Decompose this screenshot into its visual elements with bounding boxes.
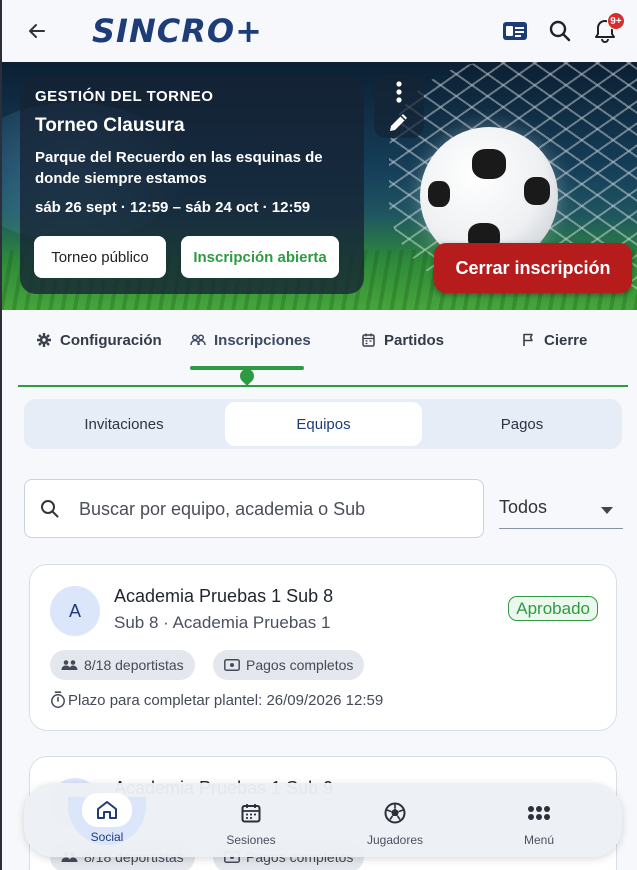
app-bar: SINCRO+ 9+ — [2, 0, 637, 62]
tournament-hero: GESTIÓN DEL TORNEO Torneo Clausura Parqu… — [2, 62, 637, 310]
bottom-navigation: Social Sesiones Jugadores Menú — [24, 783, 622, 857]
team-subtitle: Sub 8 · Academia Pruebas 1 — [114, 613, 331, 632]
registration-open-chip[interactable]: Inscripción abierta — [181, 236, 339, 278]
tournament-info-card: GESTIÓN DEL TORNEO Torneo Clausura Parqu… — [20, 76, 364, 294]
calendar-icon — [231, 798, 271, 828]
tournament-dates: sáb 26 sept · 12:59 – sáb 24 oct · 12:59 — [35, 199, 311, 216]
team-search-box — [24, 479, 484, 538]
arrow-left-icon — [29, 24, 45, 38]
team-name: Academia Pruebas 1 Sub 8 — [114, 586, 334, 606]
flag-icon — [520, 332, 536, 348]
segment-pagos[interactable]: Pagos — [422, 399, 622, 449]
status-badge: Aprobado — [508, 596, 598, 621]
tab-partidos[interactable]: Partidos — [360, 328, 444, 352]
calendar-icon — [360, 332, 376, 348]
nav-label: Social — [90, 830, 124, 844]
notifications-button[interactable]: 9+ — [590, 12, 625, 46]
hero-kicker: GESTIÓN DEL TORNEO — [35, 88, 214, 105]
edit-button[interactable] — [385, 108, 413, 136]
tab-label: Cierre — [544, 331, 588, 349]
hero-actions — [374, 74, 424, 138]
tournament-title: Torneo Clausura — [35, 115, 185, 136]
roster-deadline: Plazo para completar plantel: 26/09/2026… — [50, 691, 383, 709]
nav-menu[interactable]: Menú — [489, 783, 589, 857]
tournament-tabs: Configuración Inscripciones Partidos Cie… — [18, 318, 628, 388]
tab-label: Configuración — [60, 331, 162, 349]
id-card-button[interactable] — [500, 16, 530, 46]
tab-configuracion[interactable]: Configuración — [36, 328, 162, 352]
notifications-badge: 9+ — [607, 12, 625, 30]
home-icon — [82, 793, 132, 827]
search-input[interactable] — [79, 490, 469, 528]
nav-jugadores[interactable]: Jugadores — [345, 783, 445, 857]
roster-deadline-text: Plazo para completar plantel: 26/09/2026… — [68, 691, 384, 709]
back-button[interactable] — [24, 18, 50, 44]
gear-icon — [36, 332, 52, 348]
people-icon — [190, 332, 206, 348]
more-options-button[interactable] — [387, 80, 411, 104]
search-icon — [549, 20, 571, 42]
app-root: { "header": { "brand": "SINCRO+", "notif… — [0, 0, 637, 870]
pencil-icon — [390, 114, 407, 131]
more-vertical-icon — [396, 81, 402, 103]
status-filter-select[interactable]: Todos — [499, 489, 623, 529]
search-button[interactable] — [545, 16, 575, 46]
grid-dots-icon — [519, 798, 559, 828]
tabs-divider — [18, 385, 628, 387]
close-registration-button[interactable]: Cerrar inscripción — [434, 243, 632, 293]
segment-invitaciones[interactable]: Invitaciones — [24, 399, 224, 449]
tab-label: Inscripciones — [214, 331, 311, 349]
brand-logo: SINCRO+ — [92, 12, 263, 50]
nav-label: Menú — [523, 833, 555, 847]
team-card[interactable]: A Academia Pruebas 1 Sub 8 Sub 8 · Acade… — [29, 564, 617, 731]
nav-label: Sesiones — [226, 833, 276, 847]
players-count: 8/18 deportistas — [84, 657, 184, 673]
payments-status: Pagos completos — [246, 657, 354, 673]
tab-label: Partidos — [384, 331, 445, 349]
status-filter-value: Todos — [499, 497, 548, 517]
public-tournament-chip[interactable]: Torneo público — [34, 236, 166, 278]
team-avatar: A — [50, 586, 100, 636]
segment-equipos[interactable]: Equipos — [225, 402, 422, 446]
tournament-location: Parque del Recuerdo en las esquinas de d… — [35, 149, 323, 187]
tab-cierre[interactable]: Cierre — [520, 328, 587, 352]
id-card-icon — [503, 22, 527, 40]
nav-label: Jugadores — [366, 833, 424, 847]
timer-icon — [51, 691, 65, 708]
search-icon — [41, 500, 59, 518]
nav-social[interactable]: Social — [57, 783, 157, 857]
tab-inscripciones[interactable]: Inscripciones — [190, 328, 311, 352]
people-icon — [61, 660, 78, 670]
chevron-down-icon — [601, 507, 613, 514]
payment-icon — [224, 659, 240, 671]
payments-pill: Pagos completos — [213, 650, 365, 680]
soccer-ball-icon — [375, 798, 415, 828]
registration-segmented-control: Invitaciones Equipos Pagos — [24, 399, 622, 449]
players-count-pill: 8/18 deportistas — [50, 650, 195, 680]
nav-sesiones[interactable]: Sesiones — [201, 783, 301, 857]
